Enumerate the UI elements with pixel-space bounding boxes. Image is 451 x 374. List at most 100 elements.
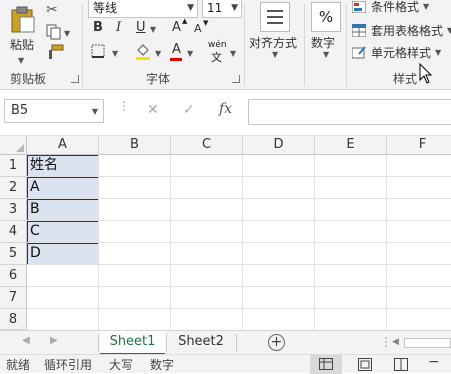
- underline-dropdown-caret[interactable]: ▼: [150, 25, 156, 34]
- cell-a4[interactable]: C: [27, 221, 99, 243]
- alignment-label: 对齐方式: [249, 36, 298, 50]
- row-header-5[interactable]: 5: [0, 243, 27, 265]
- paste-icon: [11, 6, 35, 33]
- borders-dropdown-caret[interactable]: ▼: [112, 49, 118, 58]
- column-header-e[interactable]: E: [315, 136, 387, 155]
- column-header-c[interactable]: C: [171, 136, 243, 155]
- page-layout-icon: [358, 358, 372, 371]
- font-name-combo[interactable]: 等线 ▼: [88, 0, 198, 18]
- fill-color-button[interactable]: [134, 42, 152, 63]
- row-header-6[interactable]: 6: [0, 265, 27, 287]
- row-header-8[interactable]: 8: [0, 309, 27, 330]
- cell-styles-label: 单元格样式: [371, 46, 432, 60]
- column-header-d[interactable]: D: [243, 136, 315, 155]
- formula-input[interactable]: [248, 99, 451, 125]
- paste-button[interactable]: 粘贴: [6, 2, 40, 54]
- group-divider: [82, 4, 83, 86]
- status-num-lock: 数字: [150, 358, 175, 372]
- tab-sheet1[interactable]: Sheet1: [100, 331, 165, 355]
- column-header-f[interactable]: F: [387, 136, 451, 155]
- alignment-dropdown-caret: ▼: [272, 50, 279, 59]
- zoom-out-icon[interactable]: −: [428, 354, 440, 370]
- shrink-font-button[interactable]: A: [194, 22, 202, 35]
- add-sheet-button[interactable]: +: [268, 334, 285, 351]
- format-painter-icon[interactable]: [46, 44, 64, 63]
- name-box[interactable]: B5 ▼: [4, 99, 104, 123]
- row-header-7[interactable]: 7: [0, 287, 27, 309]
- grow-font-button[interactable]: A: [172, 20, 181, 35]
- worksheet-grid: A B C D E F 1 2 3 4 5 6 7 8 姓名 A B C D: [0, 136, 451, 330]
- row-header-3[interactable]: 3: [0, 199, 27, 221]
- tab-scroll-grip-icon[interactable]: ⋮: [380, 335, 392, 349]
- group-divider: [244, 4, 245, 86]
- insert-function-button[interactable]: fx: [219, 101, 232, 117]
- fill-dropdown-caret[interactable]: ▼: [155, 49, 161, 58]
- row-header-2[interactable]: 2: [0, 177, 27, 199]
- font-color-dropdown-caret[interactable]: ▼: [187, 49, 193, 58]
- cell-styles-button[interactable]: 单元格样式 ▼: [352, 44, 448, 62]
- table-icon: [352, 24, 366, 37]
- group-divider: [304, 4, 305, 86]
- cell-a1[interactable]: 姓名: [27, 155, 99, 177]
- number-label: 数字: [311, 36, 336, 50]
- number-format-button[interactable]: % 数字 ▼: [308, 2, 344, 60]
- copy-dropdown-caret[interactable]: ▼: [64, 29, 70, 38]
- next-sheet-icon[interactable]: ▶: [50, 335, 58, 346]
- chevron-down-icon[interactable]: ▼: [231, 0, 238, 17]
- font-name-value: 等线: [93, 1, 118, 15]
- chevron-down-icon: ▼: [447, 26, 451, 35]
- formula-bar-grip-icon[interactable]: ⋮: [118, 100, 130, 112]
- prev-sheet-icon[interactable]: ◀: [22, 335, 30, 346]
- underline-button[interactable]: U: [136, 20, 146, 35]
- phonetic-dropdown-caret[interactable]: ▼: [230, 49, 236, 58]
- select-all-corner[interactable]: [0, 136, 27, 155]
- cell-styles-icon: [352, 46, 366, 59]
- ribbon: 粘贴 ▼ ✂ ▼ 剪贴板 等线 ▼ 11 ▼ B I U ▼ A ▲ A ▼ ▼…: [0, 0, 451, 90]
- clipboard-dialog-launcher[interactable]: [71, 75, 79, 83]
- chevron-down-icon[interactable]: ▼: [187, 0, 194, 17]
- column-header-a[interactable]: A: [27, 136, 99, 155]
- enter-entry-button[interactable]: ✓: [183, 102, 195, 118]
- conditional-format-icon: [352, 1, 366, 13]
- phonetic-button[interactable]: wén 文: [208, 40, 230, 64]
- borders-icon: [91, 44, 105, 58]
- chevron-down-icon[interactable]: ▼: [92, 101, 98, 123]
- name-box-value: B5: [11, 103, 29, 118]
- status-circular-reference: 循环引用: [44, 358, 93, 372]
- paste-dropdown-caret[interactable]: ▼: [18, 52, 24, 66]
- format-as-table-button[interactable]: 套用表格格式 ▼: [352, 22, 451, 40]
- horizontal-scrollbar[interactable]: [404, 338, 451, 348]
- font-color-button[interactable]: A: [172, 42, 181, 57]
- cancel-entry-button[interactable]: ✕: [147, 102, 159, 118]
- phonetic-char-label: 文: [211, 51, 222, 64]
- font-dialog-launcher[interactable]: [232, 75, 240, 83]
- cell-a2[interactable]: A: [27, 177, 99, 199]
- cut-icon[interactable]: ✂: [46, 2, 58, 18]
- copy-icon[interactable]: [46, 24, 62, 43]
- chevron-down-icon: ▼: [435, 48, 442, 57]
- tab-sheet2[interactable]: Sheet2: [168, 331, 234, 355]
- row-header-4[interactable]: 4: [0, 221, 27, 243]
- scroll-left-icon[interactable]: ◀: [392, 337, 399, 347]
- cell-a3[interactable]: B: [27, 199, 99, 221]
- borders-button[interactable]: [91, 44, 105, 61]
- conditional-format-label: 条件格式: [371, 0, 420, 14]
- percent-icon: %: [311, 2, 341, 32]
- font-color-swatch: [170, 58, 182, 61]
- page-break-view-button[interactable]: [388, 355, 414, 374]
- alignment-button[interactable]: 对齐方式 ▼: [249, 2, 301, 60]
- chevron-down-icon: ▼: [423, 2, 430, 11]
- conditional-format-button[interactable]: 条件格式 ▼: [352, 0, 448, 16]
- font-size-combo[interactable]: 11 ▼: [202, 0, 242, 18]
- page-layout-view-button[interactable]: [352, 355, 378, 374]
- normal-view-button[interactable]: [310, 355, 342, 374]
- number-dropdown-caret: ▼: [323, 50, 330, 59]
- italic-button[interactable]: I: [116, 20, 121, 35]
- tab-divider: [98, 334, 99, 352]
- column-header-b[interactable]: B: [99, 136, 171, 155]
- bold-button[interactable]: B: [93, 20, 103, 35]
- grow-font-caret-icon: ▲: [182, 17, 188, 25]
- cell-a5[interactable]: D: [27, 243, 99, 265]
- row-header-1[interactable]: 1: [0, 155, 27, 177]
- clipboard-group-label: 剪贴板: [10, 72, 47, 86]
